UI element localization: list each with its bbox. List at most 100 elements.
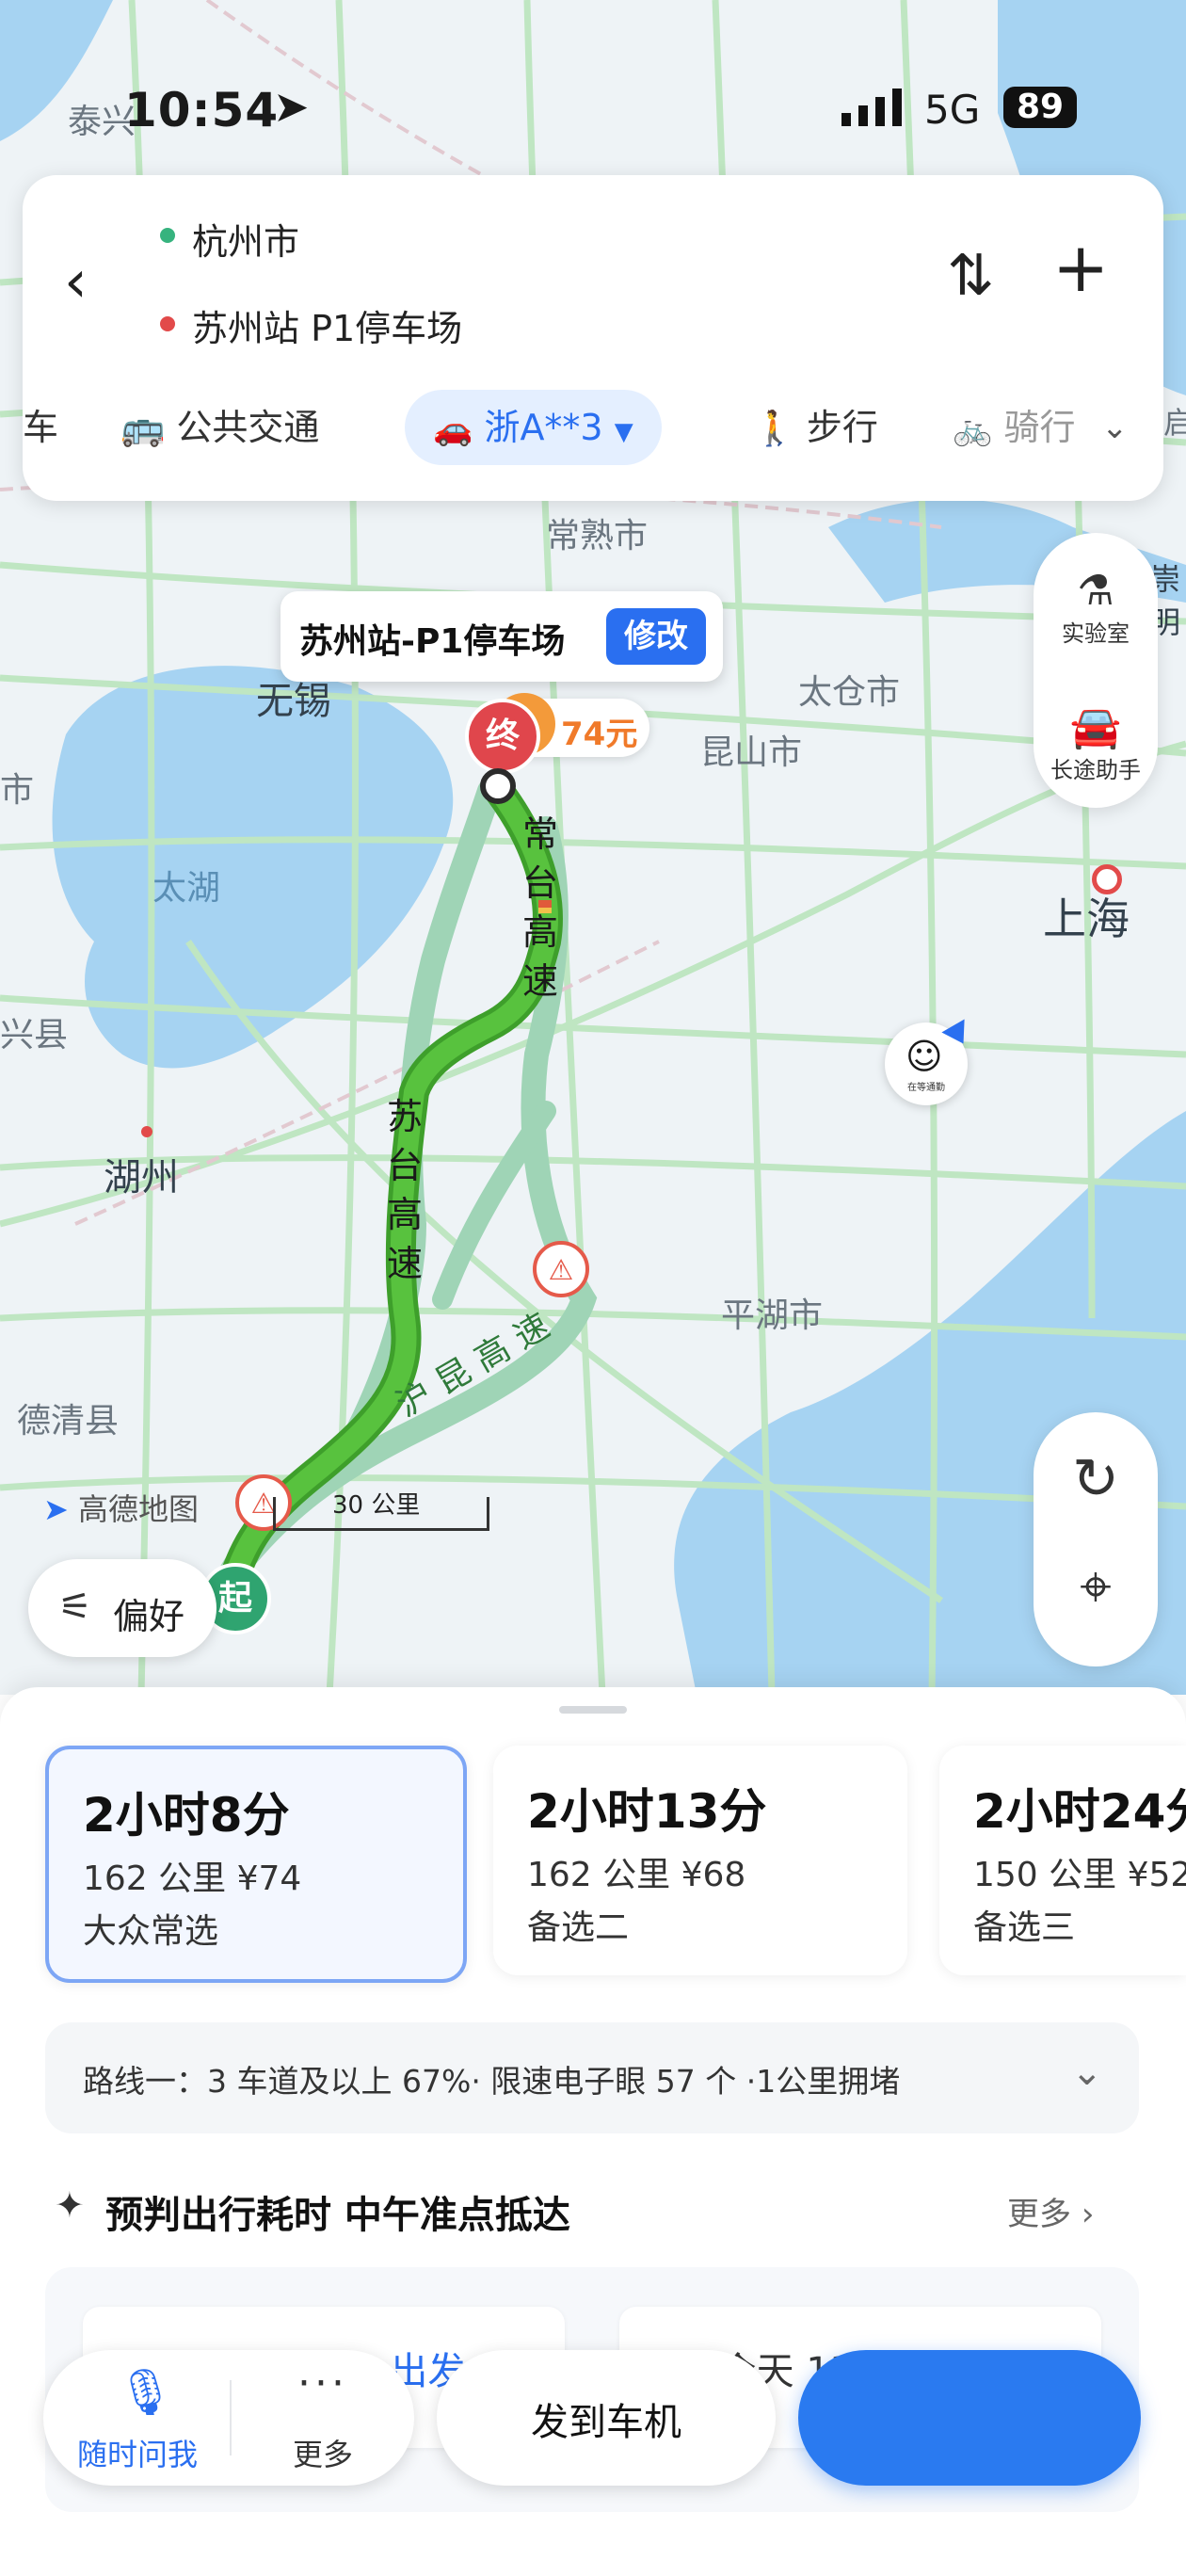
lab-label: 实验室 bbox=[1062, 620, 1130, 647]
status-bar: 10:54 ➤ 5G 89 bbox=[0, 75, 1186, 141]
logo-arrow-icon: ➤ bbox=[43, 1491, 69, 1527]
signal-icon bbox=[841, 89, 904, 130]
send-to-car-button[interactable]: 发到车机 bbox=[437, 2350, 776, 2486]
map-controls: ↻ ⌖ bbox=[1034, 1412, 1158, 1666]
preference-label: 偏好 bbox=[113, 1596, 185, 1637]
map-label-city: 上海 bbox=[1043, 894, 1130, 944]
tab-walking[interactable]: 🚶 步行 bbox=[753, 390, 878, 465]
map-label-city: 启 bbox=[1163, 405, 1186, 441]
avatar-figure-icon: ☺ bbox=[906, 1036, 943, 1077]
locate-icon[interactable]: ⌖ bbox=[1034, 1554, 1158, 1619]
sliders-icon: ⚟ bbox=[58, 1586, 92, 1629]
end-marker[interactable]: 终 bbox=[465, 699, 540, 774]
road-label: 常台高速 bbox=[521, 813, 558, 1002]
route-info-text: 路线一：3 车道及以上 67%· 限速电子眼 57 个 ·1公里拥堵 bbox=[83, 2063, 901, 2100]
ask-button[interactable]: 🎙 随时问我 bbox=[43, 2350, 232, 2486]
side-tools: ⚗ 实验室 🚘 长途助手 bbox=[1034, 533, 1158, 808]
scale-label: 30 公里 bbox=[332, 1491, 421, 1520]
tab-walking-label: 步行 bbox=[806, 407, 878, 448]
assistant-pill: 🎙 随时问我 ··· 更多 bbox=[43, 2350, 414, 2486]
destination-tooltip[interactable]: 苏州站-P1停车场 修改 bbox=[280, 591, 723, 682]
route-label: 大众常选 bbox=[83, 1912, 219, 1951]
bike-icon: 🚲 bbox=[953, 411, 993, 448]
city-dot-icon bbox=[141, 1126, 152, 1137]
map-label-city: 太仓市 bbox=[798, 673, 901, 712]
car-icon: 🚗 bbox=[433, 411, 473, 448]
microphone-icon: 🎙 bbox=[117, 2366, 174, 2419]
route-meta: 150 公里 ¥52 bbox=[973, 1856, 1186, 1894]
tab-cycling-label: 骑行 bbox=[1003, 407, 1076, 448]
start-navigation-button[interactable] bbox=[798, 2350, 1141, 2486]
car-icon: 🚘 bbox=[1069, 703, 1122, 751]
route-label: 备选二 bbox=[527, 1908, 630, 1947]
map-label-city: 兴县 bbox=[0, 1016, 69, 1055]
tab-public-transit-label: 公共交通 bbox=[176, 407, 320, 448]
scale-bar: 30 公里 bbox=[273, 1491, 489, 1531]
route-time: 2小时8分 bbox=[83, 1788, 290, 1843]
network-type: 5G bbox=[924, 87, 981, 133]
route-label: 备选三 bbox=[973, 1908, 1076, 1947]
toll-amount: 74元 bbox=[561, 716, 638, 753]
refresh-icon[interactable]: ↻ bbox=[1034, 1446, 1158, 1512]
more-modes-chevron-icon[interactable]: ⌄ bbox=[1101, 390, 1129, 465]
route-option-2[interactable]: 2小时13分 162 公里 ¥68 备选二 bbox=[493, 1746, 907, 1975]
destination-field[interactable]: 苏州站 P1停车场 bbox=[192, 299, 462, 351]
flask-icon: ⚗ bbox=[1077, 567, 1114, 615]
bus-icon: 🚌 bbox=[120, 407, 166, 448]
route-meta: 162 公里 ¥68 bbox=[527, 1856, 746, 1894]
transport-tabs: 车 🚌 公共交通 🚗 浙A**3 ▼ 🚶 步行 🚲 骑行 ⌄ bbox=[23, 390, 1163, 465]
map-label-city: 德清县 bbox=[17, 1402, 120, 1441]
ask-label: 随时问我 bbox=[76, 2437, 198, 2472]
map-label-city: 昆山市 bbox=[700, 733, 803, 772]
map-label-city: 市 bbox=[0, 771, 35, 810]
add-stop-icon[interactable]: + bbox=[1052, 233, 1109, 301]
chevron-right-icon: › bbox=[1081, 2196, 1095, 2233]
long-trip-label: 长途助手 bbox=[1050, 757, 1141, 783]
tab-driving-label: 浙A**3 bbox=[484, 407, 603, 448]
sparkle-icon: ✦ bbox=[55, 2184, 85, 2226]
origin-dot-icon bbox=[160, 228, 175, 243]
tab-driving[interactable]: 🚗 浙A**3 ▼ bbox=[405, 390, 662, 465]
long-trip-button[interactable]: 🚘 长途助手 bbox=[1034, 702, 1158, 784]
route-option-3[interactable]: 2小时24分 150 公里 ¥52 备选三 bbox=[939, 1746, 1186, 1975]
route-time: 2小时13分 bbox=[527, 1784, 767, 1839]
lab-button[interactable]: ⚗ 实验室 bbox=[1034, 567, 1158, 648]
tab-taxi-label: 车 bbox=[23, 407, 59, 448]
end-point-icon bbox=[480, 768, 516, 804]
forecast-title: 预判出行耗时 中午准点抵达 bbox=[105, 2194, 570, 2237]
tab-cycling[interactable]: 🚲 骑行 bbox=[953, 390, 1075, 465]
tab-public-transit[interactable]: 🚌 公共交通 bbox=[120, 390, 319, 465]
map-label-city: 湖州 bbox=[104, 1156, 179, 1199]
route-option-1[interactable]: 2小时8分 162 公里 ¥74 大众常选 bbox=[45, 1746, 467, 1983]
route-search-card: ‹ 杭州市 苏州站 P1停车场 ⇅ + 车 🚌 公共交通 🚗 浙A**3 ▼ 🚶… bbox=[23, 175, 1163, 501]
back-button[interactable]: ‹ bbox=[64, 247, 88, 315]
map-label-city: 平湖市 bbox=[721, 1296, 824, 1335]
location-arrow-icon: ➤ bbox=[273, 81, 310, 132]
sheet-handle[interactable] bbox=[559, 1706, 627, 1714]
more-dots-icon: ··· bbox=[297, 2359, 348, 2407]
map-logo: ➤ 高德地图 bbox=[43, 1486, 199, 1529]
send-to-car-label: 发到车机 bbox=[531, 2401, 681, 2444]
battery-level: 89 bbox=[1003, 87, 1077, 128]
tab-taxi[interactable]: 车 bbox=[23, 390, 58, 465]
swap-icon[interactable]: ⇅ bbox=[947, 243, 994, 309]
forecast-more-link[interactable]: 更多 › bbox=[1007, 2188, 1094, 2234]
road-label: 苏台高速 bbox=[386, 1096, 423, 1284]
destination-tooltip-name: 苏州站-P1停车场 bbox=[299, 622, 566, 661]
route-time: 2小时24分 bbox=[973, 1784, 1186, 1839]
logo-text: 高德地图 bbox=[77, 1491, 199, 1527]
chevron-down-icon: ⌄ bbox=[1071, 2051, 1103, 2094]
avatar-label: 在等通勤 bbox=[907, 1083, 945, 1093]
edit-destination-button[interactable]: 修改 bbox=[606, 608, 706, 665]
more-label: 更多 bbox=[292, 2437, 353, 2472]
origin-field[interactable]: 杭州市 bbox=[192, 213, 299, 265]
map-label-water: 太湖 bbox=[152, 869, 221, 908]
forecast-more-label: 更多 bbox=[1007, 2196, 1071, 2233]
more-button[interactable]: ··· 更多 bbox=[232, 2350, 414, 2486]
map-label-city: 常熟市 bbox=[546, 517, 649, 555]
destination-dot-icon bbox=[160, 316, 175, 331]
route-info-bar[interactable]: 路线一：3 车道及以上 67%· 限速电子眼 57 个 ·1公里拥堵 ⌄ bbox=[45, 2022, 1139, 2133]
preference-button[interactable]: ⚟ 偏好 bbox=[28, 1559, 216, 1657]
construction-icon[interactable]: ⚠ bbox=[533, 1241, 589, 1297]
route-meta: 162 公里 ¥74 bbox=[83, 1860, 302, 1898]
